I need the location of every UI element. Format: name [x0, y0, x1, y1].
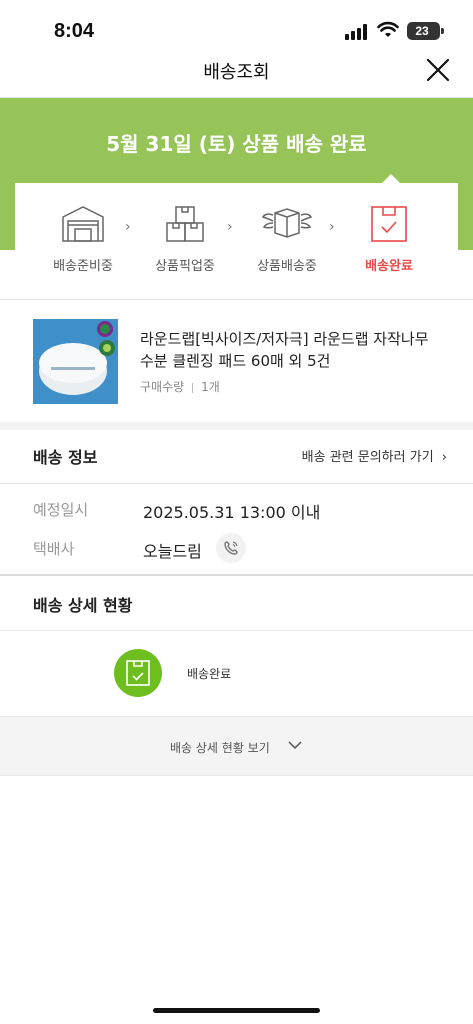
- step-pickup: 상품픽업중: [135, 205, 235, 274]
- inquiry-link-label: 배송 관련 문의하러 가기: [301, 450, 434, 465]
- product-thumbnail: [33, 319, 118, 404]
- tracking-title: 배송 상세 현황: [33, 596, 133, 615]
- home-indicator: [153, 1008, 320, 1013]
- phone-icon: [224, 541, 238, 555]
- view-tracking-detail-label: 배송 상세 현황 보기: [170, 741, 270, 755]
- product-item[interactable]: 라운드랩[빅사이즈/저자극] 라운드랩 자작나무 수분 클렌징 패드 60매 외…: [0, 300, 473, 422]
- delivered-status-icon: [114, 649, 162, 697]
- winged-box-icon: [261, 208, 313, 238]
- page-title: 배송조회: [203, 62, 270, 83]
- quantity-label: 구매수량: [140, 380, 185, 394]
- step-delivered: 배송완료: [339, 205, 439, 274]
- carrier-label: 택배사: [33, 540, 75, 558]
- delivery-inquiry-link[interactable]: 배송 관련 문의하러 가기 ›: [302, 446, 447, 465]
- scheduled-time-value: 2025.05.31 13:00 이내: [143, 503, 321, 522]
- progress-pointer: [382, 174, 400, 183]
- step-label: 배송완료: [365, 259, 413, 274]
- tracking-status: 배송완료: [187, 667, 232, 681]
- quantity: 구매수량 1개: [140, 378, 220, 395]
- chevron-right-icon: ›: [329, 219, 335, 235]
- chevron-down-icon: [288, 741, 302, 750]
- divider: [0, 574, 473, 576]
- banner-title: 5월 31일 (토) 상품 배송 완료: [106, 132, 367, 156]
- call-carrier-button[interactable]: [216, 533, 246, 563]
- step-label: 배송준비중: [53, 259, 113, 274]
- warehouse-icon: [62, 206, 104, 242]
- step-preparing: 배송준비중: [33, 205, 133, 274]
- delivery-info-title: 배송 정보: [33, 448, 98, 467]
- step-shipping: 상품배송중: [237, 205, 337, 274]
- scheduled-time-label: 예정일시: [33, 501, 89, 519]
- quantity-value: 1개: [201, 380, 220, 394]
- status-bar: 8:04 23: [0, 0, 473, 56]
- chevron-right-icon: ›: [125, 219, 131, 235]
- step-label: 상품픽업중: [155, 259, 215, 274]
- box-check-icon: [371, 206, 407, 242]
- divider: [0, 483, 473, 484]
- battery-icon: 23: [407, 22, 444, 40]
- close-icon[interactable]: [423, 55, 453, 85]
- divider: [0, 630, 473, 631]
- section-separator: [0, 422, 473, 430]
- cellular-signal-icon: [345, 24, 369, 40]
- step-label: 상품배송중: [257, 259, 317, 274]
- carrier-value: 오늘드림: [143, 542, 202, 561]
- delivery-progress: 배송준비중 › 상품픽업중 › 상품배송중 › 배송완료: [15, 174, 458, 295]
- wifi-icon: [377, 21, 399, 37]
- product-name: 라운드랩[빅사이즈/저자극] 라운드랩 자작나무 수분 클렌징 패드 60매 외…: [140, 330, 429, 370]
- boxes-icon: [166, 206, 204, 242]
- box-check-icon: [126, 660, 150, 686]
- view-tracking-detail-button[interactable]: 배송 상세 현황 보기: [0, 716, 473, 776]
- status-time: 8:04: [54, 20, 95, 42]
- chevron-right-icon: ›: [441, 450, 447, 465]
- battery-level: 23: [415, 24, 429, 38]
- header: 배송조회: [0, 56, 473, 98]
- chevron-right-icon: ›: [227, 219, 233, 235]
